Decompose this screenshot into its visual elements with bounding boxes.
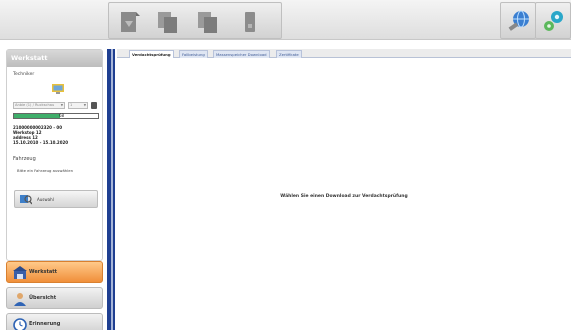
nav-werkstatt-label: Werkstatt <box>29 269 58 275</box>
nav-erinnerung[interactable]: Erinnerung <box>6 313 103 330</box>
lock-icon[interactable] <box>91 102 97 109</box>
clock-icon <box>13 318 27 330</box>
read-progress-bar: 68 <box>13 113 99 119</box>
card-info-line: 15.10.2010 - 15.10.2020 <box>13 140 69 145</box>
chevron-down-icon: ▼ <box>83 103 86 107</box>
werkstatt-card-title: Werkstatt <box>7 50 102 67</box>
tab-zertifikate[interactable]: Zertifikate <box>276 50 302 58</box>
techniker-label: Techniker <box>13 72 35 77</box>
tab-fallbeistung[interactable]: Fallbeistung <box>179 50 208 58</box>
top-toolbar <box>0 0 571 40</box>
chevron-down-icon: ▼ <box>60 103 63 107</box>
nav-werkstatt[interactable]: Werkstatt <box>6 261 103 283</box>
progress-fill <box>14 114 61 118</box>
fahrzeug-hint: Bitte ein Fahrzeug auswählen <box>17 168 74 173</box>
nav-uebersicht-label: Übersicht <box>29 295 57 301</box>
divider-highlight <box>111 49 113 330</box>
toolbar-button-group <box>108 2 282 39</box>
werkstatt-card: Werkstatt Techniker Anbie (1) / Ruckscha… <box>6 49 103 261</box>
person-icon <box>14 293 26 306</box>
tab-verdachtspruefung[interactable]: Verdachtsprüfung <box>129 50 174 58</box>
tab-bar: Verdachtsprüfung Fallbeistung Massenspei… <box>117 49 571 58</box>
empty-state-message: Wählen Sie einen Download zur Verdachtsp… <box>280 194 408 199</box>
left-panel: Werkstatt Techniker Anbie (1) / Ruckscha… <box>6 49 103 330</box>
card-dropdown[interactable]: Anbie (1) / Ruckschau ▼ <box>13 102 65 109</box>
nav-erinnerung-label: Erinnerung <box>29 321 61 327</box>
auswahl-label: Auswahl <box>37 197 54 202</box>
settings-gears-icon <box>544 11 563 31</box>
settings-button[interactable] <box>535 2 571 39</box>
main-content: Wählen Sie einen Download zur Verdachtsp… <box>117 59 571 330</box>
selection-dropdowns: Anbie (1) / Ruckschau ▼ 1 ▼ <box>13 102 93 109</box>
copy-alt-icon[interactable] <box>195 9 221 35</box>
card-info: 21000000002320 - 00 Werkstop 12 address … <box>13 125 68 145</box>
globe-connect-icon <box>508 10 529 31</box>
card-icon[interactable] <box>237 9 263 35</box>
count-dropdown-value: 1 <box>70 103 73 107</box>
tab-massenspeicher-download[interactable]: Massenspeicher Download <box>213 50 270 58</box>
workshop-icon <box>13 266 27 279</box>
count-dropdown[interactable]: 1 ▼ <box>68 102 88 109</box>
fahrzeug-label: Fahrzeug <box>13 156 36 162</box>
auswahl-button[interactable]: Auswahl <box>14 190 98 208</box>
nav-uebersicht[interactable]: Übersicht <box>6 287 103 309</box>
progress-text: 68 <box>59 113 65 118</box>
connect-button[interactable] <box>500 2 536 39</box>
download-icon[interactable] <box>117 9 143 35</box>
copy-icon[interactable] <box>155 9 181 35</box>
search-icon <box>20 195 32 205</box>
card-reader-icon <box>52 84 64 94</box>
card-dropdown-value: Anbie (1) / Ruckschau <box>15 103 55 107</box>
